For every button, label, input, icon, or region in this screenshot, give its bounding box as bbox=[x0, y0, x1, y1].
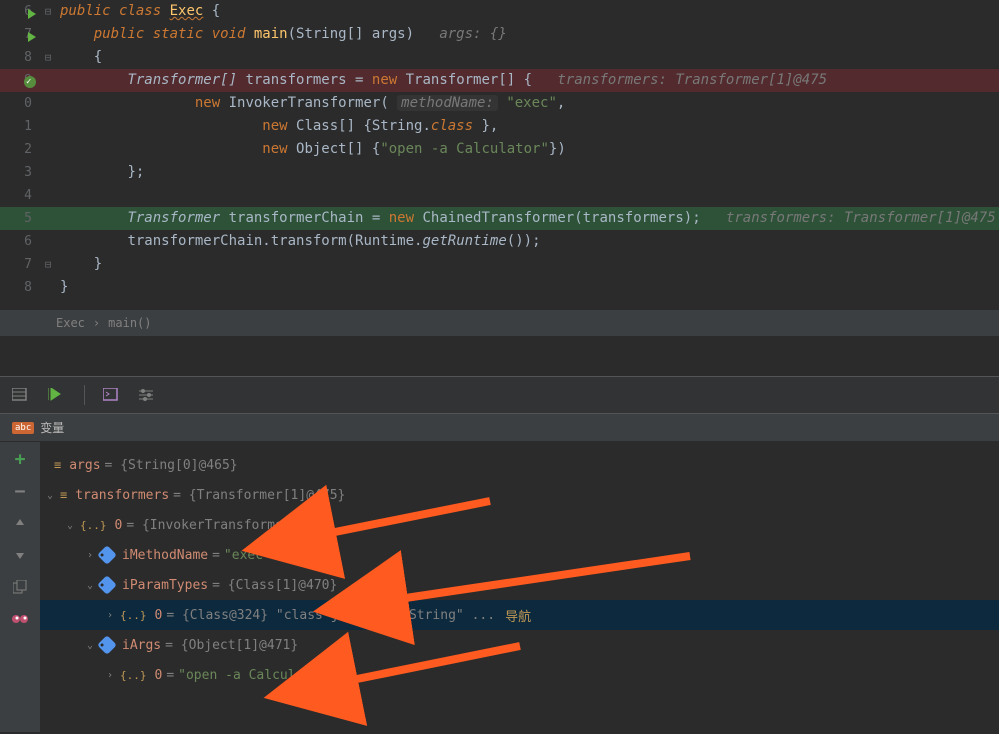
code-line[interactable]: 6 ⊟ public class Exec { bbox=[0, 0, 999, 23]
field-icon bbox=[97, 545, 117, 565]
debug-actions-sidebar: + − bbox=[0, 442, 40, 732]
class-name: Exec bbox=[170, 3, 204, 19]
run-icon[interactable] bbox=[28, 32, 36, 42]
chevron-right-icon[interactable]: › bbox=[84, 550, 96, 561]
line-number: 0 bbox=[24, 96, 32, 111]
down-icon[interactable] bbox=[11, 546, 29, 564]
breadcrumb: Exec › main() bbox=[0, 310, 999, 336]
code-line[interactable]: 1 new Class[] {String.class }, bbox=[0, 115, 999, 138]
chevron-down-icon[interactable]: ⌄ bbox=[64, 520, 76, 531]
add-icon[interactable]: + bbox=[11, 450, 29, 468]
field-icon bbox=[97, 575, 117, 595]
object-icon: {..} bbox=[120, 609, 147, 622]
fold-icon[interactable]: ⊟ bbox=[40, 253, 56, 276]
code-line[interactable]: 7 ⊟ } bbox=[0, 253, 999, 276]
resume-icon[interactable] bbox=[48, 388, 66, 402]
var-row-index-0[interactable]: ⌄ {..} 0 = {InvokerTransformer@468} bbox=[40, 510, 999, 540]
console-icon[interactable] bbox=[103, 388, 121, 402]
line-number: 6 bbox=[24, 234, 32, 249]
code-line[interactable]: 2 new Object[] {"open -a Calculator"}) bbox=[0, 138, 999, 161]
inline-hint: args: {} bbox=[439, 26, 506, 42]
fold-icon[interactable]: ⊟ bbox=[40, 0, 56, 23]
line-number: 8 bbox=[24, 280, 32, 295]
code-line[interactable]: 7 public static void main(String[] args)… bbox=[0, 23, 999, 46]
code-line[interactable]: 6 transformerChain.transform(Runtime.get… bbox=[0, 230, 999, 253]
param-hint: methodName: bbox=[397, 95, 498, 111]
line-number: 4 bbox=[24, 188, 32, 203]
debug-toolbar bbox=[0, 376, 999, 414]
var-row-iparamtypes[interactable]: ⌄ iParamTypes = {Class[1]@470} bbox=[40, 570, 999, 600]
list-icon: ≡ bbox=[54, 458, 61, 472]
line-number: 3 bbox=[24, 165, 32, 180]
line-number: 5 bbox=[24, 211, 32, 226]
code-line[interactable]: 3 }; bbox=[0, 161, 999, 184]
inline-hint: transformers: Transformer[1]@475 bbox=[726, 210, 996, 226]
line-number: 1 bbox=[24, 119, 32, 134]
variables-title: 变量 bbox=[40, 419, 64, 436]
glasses-icon[interactable] bbox=[11, 610, 29, 628]
remove-icon[interactable]: − bbox=[11, 482, 29, 500]
code-line-current[interactable]: 5 Transformer transformerChain = new Cha… bbox=[0, 207, 999, 230]
chevron-right-icon[interactable]: › bbox=[104, 610, 116, 621]
var-row-iargs[interactable]: ⌄ iArgs = {Object[1]@471} bbox=[40, 630, 999, 660]
frames-icon[interactable] bbox=[12, 388, 30, 402]
navigate-link[interactable]: 导航 bbox=[505, 606, 531, 625]
breadcrumb-separator: › bbox=[93, 316, 100, 330]
list-icon: ≡ bbox=[60, 488, 67, 502]
var-row-arg-0[interactable]: › {..} 0 = "open -a Calculator" bbox=[40, 660, 999, 690]
inline-hint: transformers: Transformer[1]@475 bbox=[557, 72, 827, 88]
line-number: 7 bbox=[24, 257, 32, 272]
field-icon bbox=[97, 635, 117, 655]
var-row-paramtype-0[interactable]: › {..} 0 = {Class@324} "class java.lang.… bbox=[40, 600, 999, 630]
chevron-down-icon[interactable]: ⌄ bbox=[44, 490, 56, 501]
line-number: 8 bbox=[24, 50, 32, 65]
settings-icon[interactable] bbox=[139, 388, 157, 402]
variables-header: abc 变量 bbox=[0, 414, 999, 442]
chevron-down-icon[interactable]: ⌄ bbox=[84, 580, 96, 591]
breadcrumb-item[interactable]: main() bbox=[108, 316, 151, 330]
code-line-highlighted[interactable]: 9 Transformer[] transformers = new Trans… bbox=[0, 69, 999, 92]
var-row-transformers[interactable]: ⌄ ≡ transformers = {Transformer[1]@475} bbox=[40, 480, 999, 510]
abc-badge-icon: abc bbox=[12, 422, 34, 434]
fold-icon[interactable]: ⊟ bbox=[40, 46, 56, 69]
object-icon: {..} bbox=[80, 519, 107, 532]
run-icon[interactable] bbox=[28, 9, 36, 19]
code-editor[interactable]: 6 ⊟ public class Exec { 7 public static … bbox=[0, 0, 999, 310]
chevron-down-icon[interactable]: ⌄ bbox=[84, 640, 96, 651]
code-line[interactable]: 0 new InvokerTransformer( methodName: "e… bbox=[0, 92, 999, 115]
variables-tree[interactable]: ≡ args = {String[0]@465} ⌄ ≡ transformer… bbox=[40, 442, 999, 732]
line-number: 2 bbox=[24, 142, 32, 157]
var-row-args[interactable]: ≡ args = {String[0]@465} bbox=[40, 450, 999, 480]
var-row-imethodname[interactable]: › iMethodName = "exec" bbox=[40, 540, 999, 570]
chevron-right-icon[interactable]: › bbox=[104, 670, 116, 681]
object-icon: {..} bbox=[120, 669, 147, 682]
code-line[interactable]: 8 ⊟ { bbox=[0, 46, 999, 69]
copy-icon[interactable] bbox=[11, 578, 29, 596]
breadcrumb-item[interactable]: Exec bbox=[56, 316, 85, 330]
up-icon[interactable] bbox=[11, 514, 29, 532]
code-line[interactable]: 4 bbox=[0, 184, 999, 207]
variables-panel: + − ≡ args = {String[0]@465} ⌄ ≡ transfo… bbox=[0, 442, 999, 732]
breakpoint-check-icon[interactable] bbox=[24, 76, 36, 88]
code-line[interactable]: 8 } bbox=[0, 276, 999, 299]
